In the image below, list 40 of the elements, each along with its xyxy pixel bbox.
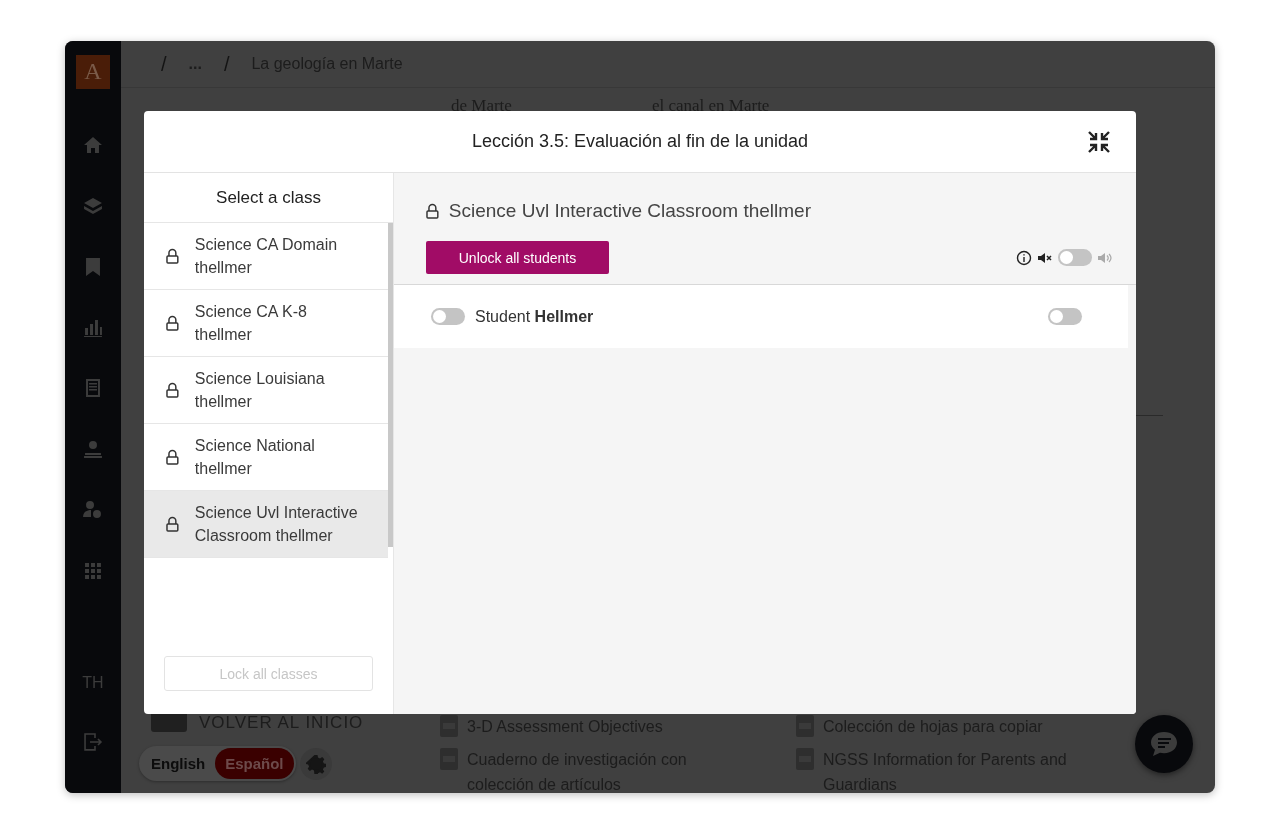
speaker-icon <box>1098 251 1112 264</box>
bookmark-icon[interactable] <box>83 256 103 277</box>
unlock-all-button[interactable]: Unlock all students <box>426 241 609 274</box>
teacher-icon[interactable] <box>83 439 103 460</box>
user-settings-icon[interactable] <box>83 500 103 521</box>
unlock-toggle[interactable] <box>431 308 465 325</box>
bar-chart-icon[interactable] <box>83 317 103 338</box>
chat-bubble-icon <box>1149 730 1179 758</box>
class-item[interactable]: Science Uvl Interactive Classroom thellmer <box>144 491 388 558</box>
sound-toggle[interactable] <box>1058 249 1092 266</box>
lock-icon <box>166 516 179 532</box>
chat-button[interactable] <box>1135 715 1193 773</box>
student-name: Student Hellmer <box>475 307 595 326</box>
back-button[interactable] <box>151 714 187 732</box>
books-icon[interactable] <box>83 195 103 216</box>
apps-grid-icon[interactable] <box>83 561 103 582</box>
lock-icon <box>166 248 179 264</box>
sound-toggle[interactable] <box>1048 308 1082 325</box>
breadcrumb-ellipsis[interactable]: ... <box>188 55 202 73</box>
lock-icon <box>166 315 179 331</box>
list-heading: Select a class <box>216 187 321 208</box>
class-title: Science Uvl Interactive Classroom thellmer <box>448 200 811 222</box>
language-option[interactable]: English <box>141 748 216 779</box>
lock-icon <box>166 449 179 465</box>
lock-icon <box>166 382 179 398</box>
logo[interactable]: A <box>76 55 110 89</box>
dialog-title: Lección 3.5: Evaluación al fin de la unidad <box>471 131 809 152</box>
pdf-file-icon <box>439 714 459 738</box>
lock-icon <box>426 203 439 219</box>
language-option[interactable]: Español <box>215 748 294 779</box>
breadcrumb-separator: / <box>161 52 167 76</box>
mute-icon <box>1038 251 1052 264</box>
breadcrumb-separator: / <box>223 52 230 76</box>
logout-icon[interactable] <box>83 732 103 752</box>
info-icon[interactable] <box>1016 249 1032 266</box>
document-icon[interactable] <box>83 378 103 399</box>
pdf-file-icon <box>795 714 815 738</box>
settings-button[interactable] <box>299 747 332 780</box>
home-icon[interactable] <box>83 134 103 155</box>
scrollbar[interactable] <box>388 223 393 547</box>
